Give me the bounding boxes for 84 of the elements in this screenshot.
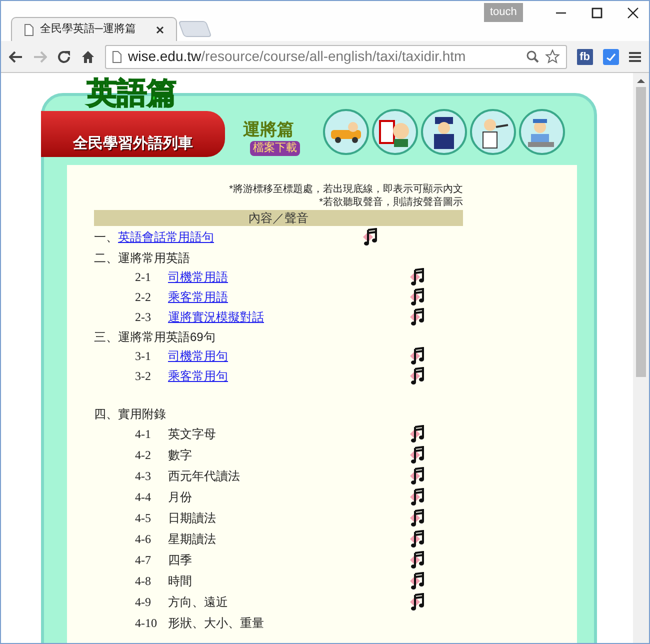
music-note-icon[interactable]: [409, 550, 425, 568]
item-number: 3-2: [135, 368, 152, 385]
item-number: 4-9: [135, 594, 152, 610]
topic-link[interactable]: 司機常用語: [168, 268, 228, 286]
topic-label: 英文字母: [168, 426, 216, 442]
instruction-note: *若欲聽取聲音，則請按聲音圖示: [319, 196, 463, 209]
item-number: 2-2: [135, 289, 152, 306]
topic-link[interactable]: 運將實況模擬對話: [168, 308, 264, 326]
topic-label: 四季: [168, 552, 192, 568]
section-number: 三、: [94, 328, 118, 346]
music-note-icon[interactable]: [409, 488, 425, 506]
topic-link[interactable]: 英語會話常用語句: [118, 228, 214, 246]
music-note-icon[interactable]: [409, 592, 425, 610]
music-note-icon[interactable]: [409, 367, 425, 385]
scrollbar-thumb[interactable]: [636, 87, 646, 377]
scrollbar[interactable]: [633, 73, 649, 643]
section-number: 二、: [94, 250, 118, 266]
item-number: 4-5: [135, 510, 152, 526]
page-icon: [112, 50, 122, 62]
item-number: 4-8: [135, 572, 152, 590]
music-note-icon[interactable]: [409, 268, 425, 286]
topic-label: 日期讀法: [168, 510, 216, 526]
music-note-icon[interactable]: [409, 308, 425, 326]
topic-label: 星期讀法: [168, 530, 216, 548]
topic-label: 運將常用英語69句: [118, 328, 216, 346]
tab-title: 全民學英語─運將篇: [40, 22, 137, 38]
topic-label: 形狀、大小、重量: [168, 614, 264, 632]
shop-clerk-drawing: [378, 117, 412, 147]
item-number: 4-7: [135, 552, 152, 568]
music-note-icon[interactable]: [409, 446, 425, 464]
train-label: 全民學習外語列車: [73, 134, 193, 154]
item-number: 2-1: [135, 269, 152, 286]
chapter-title: 運將篇: [243, 119, 294, 141]
item-number: 4-4: [135, 488, 152, 506]
series-title: 英語篇: [87, 79, 177, 109]
item-number: 4-6: [135, 530, 152, 548]
download-button[interactable]: 檔案下載: [250, 141, 300, 156]
topic-link[interactable]: 司機常用句: [168, 347, 228, 365]
music-note-icon[interactable]: [409, 288, 425, 306]
item-number: 4-3: [135, 468, 152, 484]
back-arrow-icon[interactable]: [9, 50, 23, 62]
music-note-icon[interactable]: [409, 508, 425, 526]
page-icon: [24, 24, 34, 36]
instruction-note: *將游標移至標題處，若出現底線，即表示可顯示內文: [229, 183, 463, 196]
close-icon[interactable]: [627, 7, 639, 19]
address-bar[interactable]: wise.edu.tw/resource/course/all-english/taxi/taxidir.htm: [105, 44, 567, 68]
close-icon[interactable]: [156, 26, 164, 34]
music-note-icon[interactable]: [409, 466, 425, 484]
url-host: wise.edu.tw: [128, 48, 202, 64]
topic-label: 方向、遠近: [168, 594, 228, 610]
browser-tab[interactable]: 全民學英語─運將篇: [11, 17, 177, 41]
topic-label: 數字: [168, 446, 192, 464]
scroll-up-icon[interactable]: [637, 76, 645, 86]
topic-label: 運將常用英語: [118, 250, 190, 266]
music-note-icon[interactable]: [409, 572, 425, 590]
url-path: /resource/course/all-english/taxi/taxidir.htm: [201, 48, 466, 64]
table-header: 內容／聲音: [94, 210, 463, 226]
topic-label: 時間: [168, 572, 192, 590]
topic-label: 西元年代讀法: [168, 468, 240, 484]
touch-label: touch: [484, 3, 523, 22]
music-note-icon[interactable]: [409, 347, 425, 365]
item-number: 4-1: [135, 426, 152, 442]
home-icon[interactable]: [81, 50, 95, 64]
star-icon[interactable]: [544, 49, 560, 64]
topic-label: 月份: [168, 488, 192, 506]
topic-label: 實用附錄: [118, 406, 166, 422]
topic-link[interactable]: 乘客常用語: [168, 288, 228, 306]
item-number: 4-10: [135, 614, 158, 632]
section-number: 一、: [94, 229, 118, 246]
music-note-icon[interactable]: [409, 424, 425, 442]
maximize-icon[interactable]: [591, 7, 603, 19]
topic-link[interactable]: 乘客常用句: [168, 367, 228, 385]
item-number: 2-3: [135, 309, 152, 326]
taxi-drawing: [329, 120, 363, 144]
music-note-icon[interactable]: [362, 228, 378, 246]
extension-button[interactable]: fb: [576, 48, 593, 64]
item-number: 4-2: [135, 446, 152, 464]
music-note-icon[interactable]: [409, 530, 425, 548]
menu-icon[interactable]: [629, 50, 641, 62]
checkmark-icon[interactable]: [603, 48, 619, 64]
item-number: 3-1: [135, 348, 152, 365]
zoom-icon[interactable]: [526, 50, 539, 63]
section-number: 四、: [94, 406, 118, 422]
reload-icon[interactable]: [57, 50, 71, 64]
